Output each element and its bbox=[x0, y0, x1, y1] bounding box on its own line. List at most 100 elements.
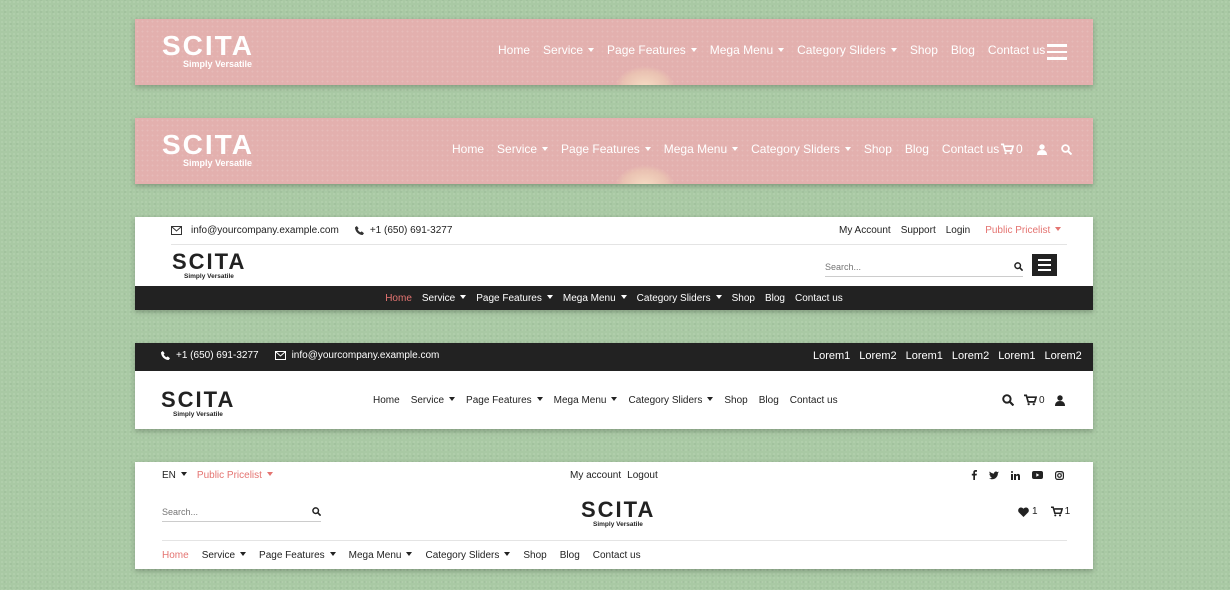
my-account-link[interactable]: My account bbox=[570, 470, 621, 481]
envelope-icon bbox=[171, 226, 182, 235]
top-link[interactable]: Lorem1 bbox=[906, 350, 943, 362]
nav-home[interactable]: Home bbox=[385, 293, 412, 304]
cart-icon bbox=[1001, 143, 1014, 155]
top-link[interactable]: Lorem2 bbox=[1044, 350, 1081, 362]
nav-service[interactable]: Service bbox=[543, 43, 594, 57]
nav-service[interactable]: Service bbox=[422, 293, 466, 304]
divider bbox=[162, 540, 1067, 541]
phone-link[interactable]: +1 (650) 691-3277 bbox=[370, 225, 453, 236]
nav-mega-menu[interactable]: Mega Menu bbox=[563, 293, 627, 304]
email-link[interactable]: info@yourcompany.example.com bbox=[292, 350, 440, 361]
nav-blog[interactable]: Blog bbox=[759, 395, 779, 406]
search-icon[interactable] bbox=[1002, 394, 1014, 406]
brand-tagline: Simply Versatile bbox=[183, 158, 253, 168]
nav-shop[interactable]: Shop bbox=[864, 142, 892, 156]
nav-category-sliders[interactable]: Category Sliders bbox=[637, 293, 722, 304]
logout-link[interactable]: Logout bbox=[627, 470, 658, 481]
nav-shop[interactable]: Shop bbox=[724, 395, 747, 406]
top-left-controls: EN Public Pricelist bbox=[162, 470, 273, 481]
nav-category-sliders[interactable]: Category Sliders bbox=[628, 395, 713, 406]
nav-home[interactable]: Home bbox=[452, 142, 484, 156]
youtube-icon[interactable] bbox=[1032, 471, 1043, 479]
nav-category-sliders[interactable]: Category Sliders bbox=[797, 43, 897, 57]
search-input[interactable] bbox=[162, 506, 292, 517]
cart-button[interactable]: 0 bbox=[1024, 394, 1045, 406]
language-dropdown[interactable]: EN bbox=[162, 470, 187, 481]
nav-blog[interactable]: Blog bbox=[560, 550, 580, 561]
nav-contact[interactable]: Contact us bbox=[942, 142, 999, 156]
email-link[interactable]: info@yourcompany.example.com bbox=[191, 225, 339, 236]
brand-name: SCITA bbox=[162, 30, 254, 61]
user-icon[interactable] bbox=[1054, 394, 1065, 406]
search-icon[interactable] bbox=[312, 507, 321, 516]
brand-logo[interactable]: SCITA Simply Versatile bbox=[162, 30, 254, 70]
main-nav: Home Service Page Features Mega Menu Cat… bbox=[373, 395, 838, 406]
user-icon[interactable] bbox=[1036, 143, 1047, 155]
nav-home[interactable]: Home bbox=[373, 395, 400, 406]
nav-mega-menu[interactable]: Mega Menu bbox=[349, 550, 413, 561]
linkedin-icon[interactable] bbox=[1011, 470, 1020, 480]
login-link[interactable]: Login bbox=[946, 225, 970, 236]
main-nav: Home Service Page Features Mega Menu Cat… bbox=[385, 293, 843, 304]
nav-home[interactable]: Home bbox=[498, 43, 530, 57]
top-link[interactable]: Lorem1 bbox=[813, 350, 850, 362]
brand-logo[interactable]: SCITA Simply Versatile bbox=[162, 129, 254, 169]
top-link[interactable]: Lorem2 bbox=[952, 350, 989, 362]
account-links: My Account Support Login Public Pricelis… bbox=[839, 225, 1061, 236]
search-input[interactable] bbox=[825, 261, 985, 272]
hamburger-icon[interactable] bbox=[1047, 44, 1067, 60]
brand-logo[interactable]: SCITA Simply Versatile bbox=[172, 251, 246, 281]
phone-link[interactable]: +1 (650) 691-3277 bbox=[176, 350, 259, 361]
cart-icon bbox=[1050, 506, 1063, 517]
menu-toggle-button[interactable] bbox=[1032, 254, 1057, 276]
nav-shop[interactable]: Shop bbox=[523, 550, 546, 561]
nav-mega-menu[interactable]: Mega Menu bbox=[554, 395, 618, 406]
divider bbox=[171, 244, 1067, 245]
nav-page-features[interactable]: Page Features bbox=[476, 293, 553, 304]
nav-contact[interactable]: Contact us bbox=[790, 395, 838, 406]
nav-shop[interactable]: Shop bbox=[732, 293, 755, 304]
search-icon[interactable] bbox=[1060, 143, 1072, 155]
brand-name: SCITA bbox=[162, 129, 254, 160]
nav-service[interactable]: Service bbox=[497, 142, 548, 156]
nav-shop[interactable]: Shop bbox=[910, 43, 938, 57]
nav-contact[interactable]: Contact us bbox=[795, 293, 843, 304]
pricelist-dropdown[interactable]: Public Pricelist bbox=[197, 470, 273, 481]
instagram-icon[interactable] bbox=[1055, 470, 1064, 480]
nav-page-features[interactable]: Page Features bbox=[259, 550, 336, 561]
nav-mega-menu[interactable]: Mega Menu bbox=[664, 142, 738, 156]
facebook-icon[interactable] bbox=[971, 470, 977, 480]
top-link[interactable]: Lorem2 bbox=[859, 350, 896, 362]
wishlist-button[interactable]: 1 bbox=[1018, 506, 1038, 517]
nav-page-features[interactable]: Page Features bbox=[466, 395, 543, 406]
brand-logo[interactable]: SCITA Simply Versatile bbox=[161, 389, 235, 419]
pricelist-dropdown[interactable]: Public Pricelist bbox=[985, 225, 1061, 236]
nav-category-sliders[interactable]: Category Sliders bbox=[425, 550, 510, 561]
cart-count: 0 bbox=[1039, 394, 1045, 406]
search-icon[interactable] bbox=[1014, 262, 1023, 271]
support-link[interactable]: Support bbox=[901, 225, 936, 236]
nav-home[interactable]: Home bbox=[162, 550, 189, 561]
nav-category-sliders[interactable]: Category Sliders bbox=[751, 142, 851, 156]
my-account-link[interactable]: My Account bbox=[839, 225, 891, 236]
nav-mega-menu[interactable]: Mega Menu bbox=[710, 43, 784, 57]
header-variant-4: +1 (650) 691-3277 info@yourcompany.examp… bbox=[135, 343, 1093, 429]
nav-blog[interactable]: Blog bbox=[905, 142, 929, 156]
cart-button[interactable]: 0 bbox=[1001, 142, 1023, 156]
brand-logo[interactable]: SCITA Simply Versatile bbox=[581, 499, 655, 529]
nav-page-features[interactable]: Page Features bbox=[607, 43, 697, 57]
nav-contact[interactable]: Contact us bbox=[593, 550, 641, 561]
top-links: Lorem1 Lorem2 Lorem1 Lorem2 Lorem1 Lorem… bbox=[813, 350, 1082, 362]
cart-button[interactable]: 1 bbox=[1050, 506, 1070, 517]
search-box bbox=[162, 502, 321, 522]
nav-blog[interactable]: Blog bbox=[951, 43, 975, 57]
envelope-icon bbox=[274, 351, 286, 360]
nav-blog[interactable]: Blog bbox=[765, 293, 785, 304]
twitter-icon[interactable] bbox=[989, 471, 999, 480]
nav-service[interactable]: Service bbox=[202, 550, 246, 561]
top-link[interactable]: Lorem1 bbox=[998, 350, 1035, 362]
nav-page-features[interactable]: Page Features bbox=[561, 142, 651, 156]
nav-contact[interactable]: Contact us bbox=[988, 43, 1045, 57]
contact-info: +1 (650) 691-3277 info@yourcompany.examp… bbox=[161, 350, 439, 361]
nav-service[interactable]: Service bbox=[411, 395, 455, 406]
